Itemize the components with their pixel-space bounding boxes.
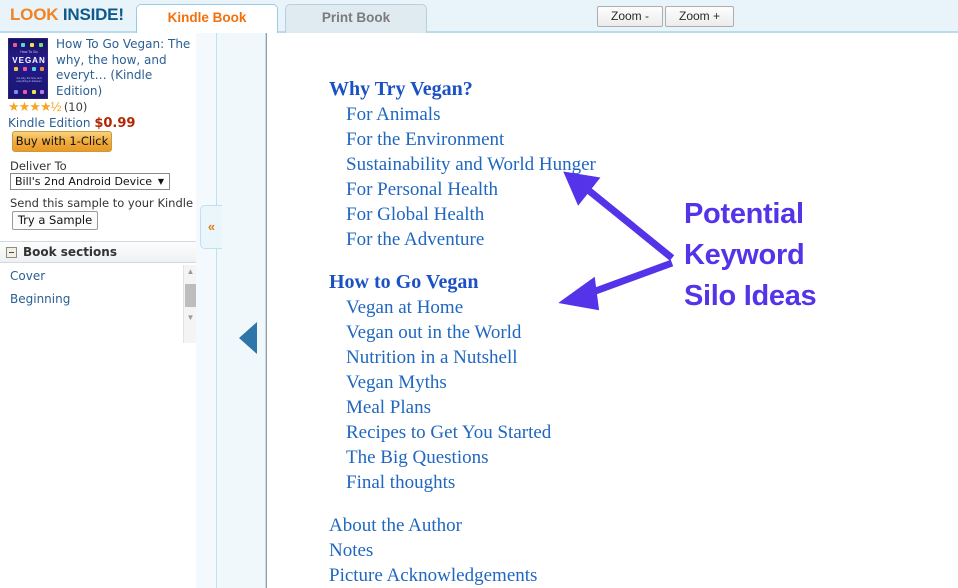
cover-subtitle: How To Go	[20, 50, 38, 54]
rating-row[interactable]: ★★★★½ (10)	[8, 99, 87, 115]
annotation-line-3: Silo Ideas	[684, 280, 817, 312]
cover-blurb: the why, the how, and everything in betw…	[16, 77, 42, 84]
gutter-inner-strip	[216, 33, 266, 588]
price-row: Kindle Edition $0.99	[8, 116, 135, 131]
toc-item[interactable]: For the Adventure	[346, 229, 484, 251]
tab-kindle-book[interactable]: Kindle Book	[136, 4, 278, 34]
toc-item[interactable]: Final thoughts	[346, 472, 455, 494]
zoom-out-button[interactable]: Zoom -	[597, 6, 663, 27]
scrollbar-thumb[interactable]	[185, 284, 196, 307]
toc-item[interactable]: Vegan at Home	[346, 297, 463, 319]
edition-label: Kindle Edition	[8, 116, 91, 130]
book-sections-title: Book sections	[23, 245, 117, 259]
section-item-beginning[interactable]: Beginning	[10, 292, 70, 306]
minus-box-icon[interactable]	[6, 247, 17, 258]
try-a-sample-button[interactable]: Try a Sample	[12, 211, 98, 230]
annotation-line-1: Potential	[684, 198, 804, 230]
deliver-to-label: Deliver To	[10, 159, 67, 173]
toc-item[interactable]: Vegan out in the World	[346, 322, 521, 344]
product-sidebar: How To Go VEGAN the why, the how, and ev…	[0, 33, 196, 588]
toc-item[interactable]: For Animals	[346, 104, 440, 126]
toc-item[interactable]: The Big Questions	[346, 447, 489, 469]
annotation-text: Potential Keyword Silo Ideas	[684, 194, 854, 317]
annotation-arrows	[558, 171, 675, 311]
look-inside-look-text: LOOK	[10, 5, 59, 24]
look-inside-logo: LOOK INSIDE!	[10, 5, 124, 25]
annotation-line-2: Keyword	[684, 239, 805, 271]
buy-with-1-click-button[interactable]: Buy with 1-Click	[12, 131, 112, 152]
send-sample-label: Send this sample to your Kindle	[10, 196, 194, 210]
reader-gutter	[196, 33, 267, 588]
scroll-up-icon[interactable]: ▲	[185, 267, 196, 278]
sections-scrollbar[interactable]: ▲ ▼	[183, 265, 196, 343]
section-item-cover[interactable]: Cover	[10, 269, 45, 283]
toc-heading-1: Why Try Vegan?	[329, 78, 473, 100]
book-cover-thumbnail[interactable]: How To Go VEGAN the why, the how, and ev…	[8, 38, 48, 99]
review-count[interactable]: (10)	[64, 100, 88, 114]
toc-item[interactable]: For Global Health	[346, 204, 484, 226]
toc-item[interactable]: For Personal Health	[346, 179, 498, 201]
collapse-sidebar-handle[interactable]: «	[200, 205, 222, 249]
price-value: $0.99	[94, 116, 136, 131]
toc-item[interactable]: Vegan Myths	[346, 372, 447, 394]
toc-backmatter-item[interactable]: Notes	[329, 540, 373, 562]
toc-item[interactable]: For the Environment	[346, 129, 504, 151]
star-rating-icon: ★★★★½	[8, 99, 61, 114]
tab-print-book[interactable]: Print Book	[285, 4, 427, 33]
chevron-down-icon: ▼	[157, 177, 164, 186]
book-sections-header[interactable]: Book sections	[0, 241, 196, 263]
book-title-link[interactable]: How To Go Vegan: The why, the how, and e…	[56, 37, 196, 99]
scroll-down-icon[interactable]: ▼	[185, 313, 196, 324]
zoom-in-button[interactable]: Zoom +	[665, 6, 734, 27]
toc-item[interactable]: Nutrition in a Nutshell	[346, 347, 518, 369]
toc-backmatter-item[interactable]: Picture Acknowledgements	[329, 565, 537, 587]
deliver-to-value: Bill's 2nd Android Device	[15, 175, 153, 188]
toc-backmatter-item[interactable]: About the Author	[329, 515, 462, 537]
top-toolbar: LOOK INSIDE! Kindle Book Print Book Zoom…	[0, 0, 958, 34]
toc-heading-2: How to Go Vegan	[329, 271, 479, 293]
deliver-to-select[interactable]: Bill's 2nd Android Device ▼	[10, 173, 170, 190]
toc-item[interactable]: Recipes to Get You Started	[346, 422, 551, 444]
toc-item[interactable]: Meal Plans	[346, 397, 431, 419]
previous-page-arrow-icon[interactable]	[239, 322, 257, 354]
look-inside-inside-text: INSIDE!	[62, 5, 124, 24]
cover-title: VEGAN	[12, 56, 46, 65]
